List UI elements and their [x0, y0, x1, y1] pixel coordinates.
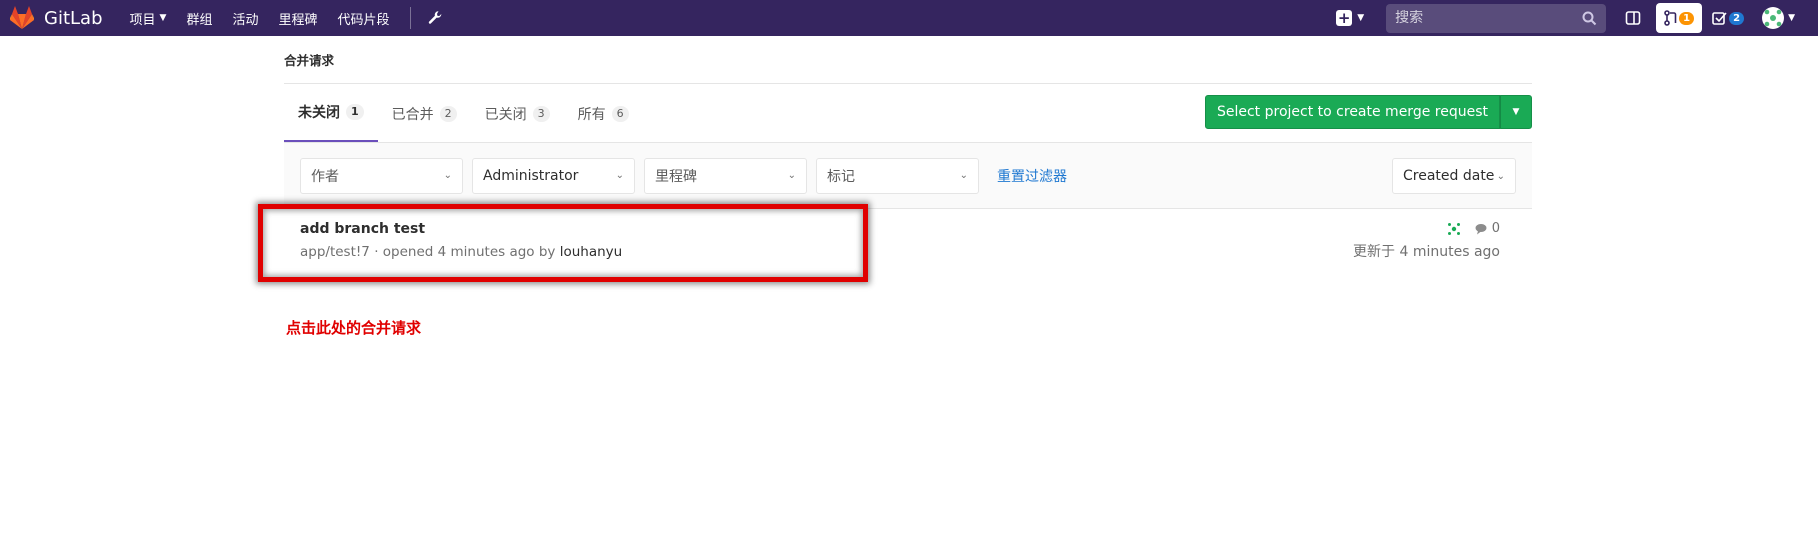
chevron-down-icon: ⌄ [787, 170, 796, 181]
tab-closed-count: 3 [532, 105, 550, 122]
merge-request-reference: app/test!7 [300, 244, 370, 260]
merge-request-meta: app/test!7 · opened 4 minutes ago by lou… [300, 244, 622, 260]
sidebar-toggle-button[interactable] [1622, 10, 1644, 26]
author-filter-dropdown[interactable]: 作者 ⌄ [300, 157, 463, 194]
merge-requests-count-badge: 1 [1679, 11, 1695, 25]
gitlab-home-link[interactable]: GitLab [9, 6, 103, 30]
tab-merged[interactable]: 已合并 2 [378, 85, 471, 142]
label-filter-label: 标记 [827, 168, 855, 185]
main-content: 合并请求 未关闭 1 已合并 2 已关闭 3 所有 6 Select proje… [284, 36, 1532, 289]
create-mr-group: Select project to create merge request ▼ [1204, 95, 1532, 129]
merge-request-opened-text: · opened 4 minutes ago by [374, 244, 556, 260]
milestone-filter-label: 里程碑 [655, 168, 697, 185]
author-filter-label: 作者 [311, 168, 339, 185]
chevron-down-icon: ⌄ [959, 170, 968, 181]
gitlab-logo-icon [10, 6, 34, 29]
admin-area-link[interactable] [427, 10, 443, 26]
chevron-down-icon: ▼ [1788, 13, 1795, 23]
nav-activity[interactable]: 活动 [232, 9, 258, 28]
top-navbar: GitLab 项目 ▼ 群组 活动 里程碑 代码片段 + ▼ 搜索 1 2 ▼ [0, 0, 1818, 36]
nav-activity-label: 活动 [232, 12, 259, 28]
tab-merged-count: 2 [439, 105, 457, 122]
merge-request-icon [1664, 10, 1677, 26]
plus-icon: + [1336, 9, 1353, 27]
pipeline-status-link[interactable] [1447, 222, 1461, 236]
todo-check-icon [1712, 11, 1727, 25]
nav-snippets[interactable]: 代码片段 [337, 9, 389, 28]
assignee-filter-label: Administrator [483, 167, 579, 184]
merge-request-updated: 更新于 4 minutes ago [1353, 244, 1500, 260]
navbar-right: + ▼ 1 [1336, 0, 1818, 36]
wrench-icon [428, 11, 441, 24]
todos-count-badge: 2 [1729, 11, 1745, 25]
tab-closed[interactable]: 已关闭 3 [471, 85, 564, 142]
tab-merged-label: 已合并 [391, 106, 434, 123]
caret-down-icon: ▼ [1512, 107, 1520, 117]
tab-closed-label: 已关闭 [484, 106, 527, 123]
brand-name: GitLab [44, 7, 103, 29]
tab-all[interactable]: 所有 6 [564, 85, 643, 142]
chevron-down-icon: ⌄ [615, 170, 624, 181]
reset-filters-link[interactable]: 重置过滤器 [997, 166, 1067, 186]
nav-milestones[interactable]: 里程碑 [278, 9, 317, 28]
nav-divider [409, 7, 411, 29]
nav-projects-label: 项目 [129, 12, 156, 28]
tab-opened[interactable]: 未关闭 1 [284, 84, 378, 142]
label-filter-dropdown[interactable]: 标记 ⌄ [816, 157, 979, 194]
tab-opened-count: 1 [346, 104, 364, 120]
tab-all-label: 所有 [577, 106, 606, 123]
search-box [1386, 3, 1607, 33]
tab-all-count: 6 [611, 105, 629, 122]
sort-dropdown[interactable]: Created date ⌄ [1392, 158, 1516, 194]
merge-request-author-link[interactable]: louhanyu [560, 244, 623, 260]
chevron-down-icon: ▼ [159, 13, 167, 23]
user-menu[interactable]: ▼ [1762, 7, 1795, 29]
annotation-text: 点击此处的合并请求 [286, 319, 422, 337]
search-icon[interactable] [1582, 11, 1597, 26]
new-item-dropdown[interactable]: + ▼ [1336, 10, 1364, 26]
sidebar-icon [1625, 11, 1641, 25]
merge-request-title[interactable]: add branch test [300, 221, 425, 237]
create-merge-request-button[interactable]: Select project to create merge request [1204, 95, 1500, 129]
chevron-down-icon: ⌄ [443, 170, 452, 181]
comments-count: 0 [1491, 221, 1500, 236]
avatar [1762, 7, 1785, 29]
nav-projects[interactable]: 项目 ▼ [130, 9, 167, 28]
merge-request-list-item[interactable]: add branch test app/test!7 · opened 4 mi… [284, 209, 1532, 289]
chevron-down-icon: ⌄ [1496, 170, 1505, 182]
comments-icon [1475, 223, 1487, 234]
state-tabs: 未关闭 1 已合并 2 已关闭 3 所有 6 Select project to… [284, 84, 1532, 142]
todos-button[interactable]: 2 [1712, 11, 1745, 26]
pipeline-status-icon [1447, 222, 1460, 235]
comments-link[interactable]: 0 [1475, 221, 1500, 236]
main-nav: 项目 ▼ 群组 活动 里程碑 代码片段 [130, 7, 443, 29]
milestone-filter-dropdown[interactable]: 里程碑 ⌄ [644, 157, 807, 194]
page-title: 合并请求 [284, 53, 335, 68]
breadcrumb: 合并请求 [284, 36, 1532, 84]
nav-milestones-label: 里程碑 [278, 12, 318, 28]
chevron-down-icon: ▼ [1357, 13, 1365, 23]
search-input[interactable] [1395, 10, 1583, 26]
assignee-filter-dropdown[interactable]: Administrator ⌄ [472, 157, 635, 194]
nav-snippets-label: 代码片段 [337, 12, 390, 28]
nav-groups[interactable]: 群组 [186, 9, 212, 28]
tab-opened-label: 未关闭 [298, 105, 340, 121]
create-merge-request-dropdown-toggle[interactable]: ▼ [1500, 95, 1532, 129]
merge-request-stats: 0 更新于 4 minutes ago [1353, 221, 1500, 261]
merge-request-counters: 0 [1353, 221, 1500, 236]
nav-groups-label: 群组 [186, 12, 213, 28]
filter-bar: 作者 ⌄ Administrator ⌄ 里程碑 ⌄ 标记 ⌄ 重置过滤器 Cr… [284, 142, 1532, 209]
merge-requests-button[interactable]: 1 [1656, 3, 1703, 33]
sort-label: Created date [1403, 168, 1495, 184]
